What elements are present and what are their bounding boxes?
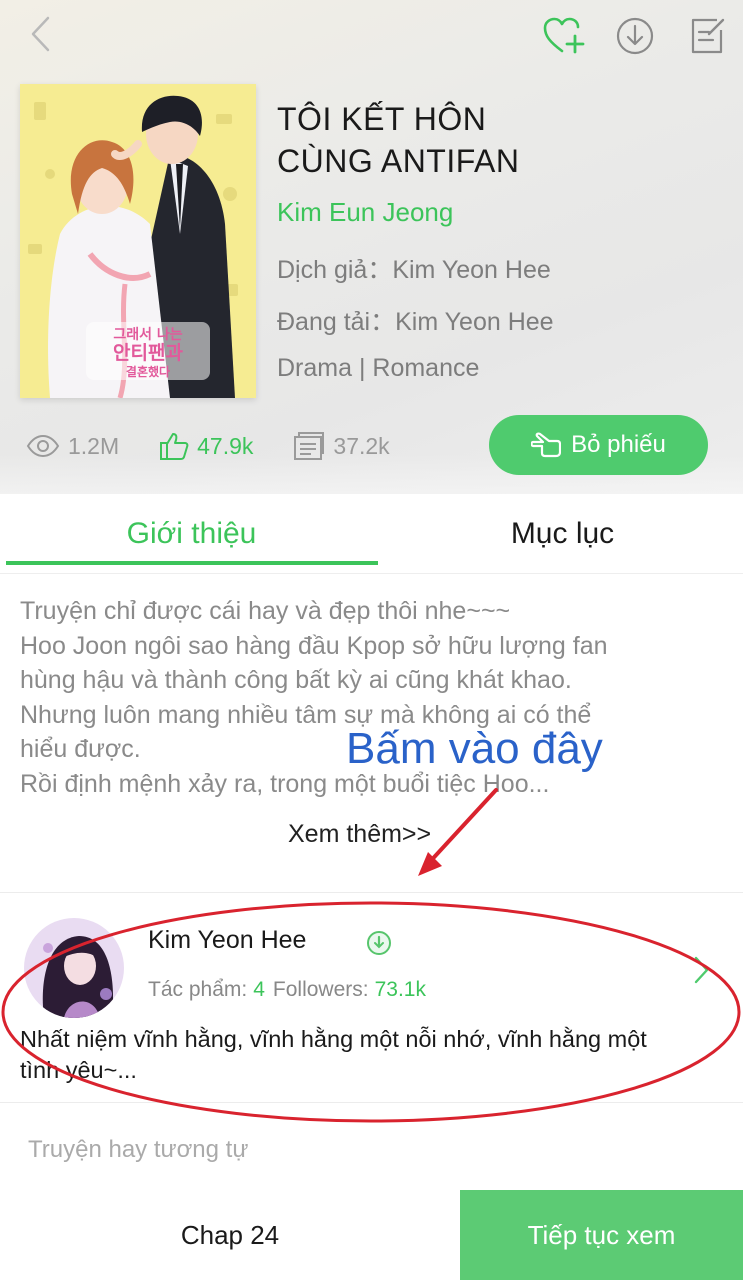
followers-label: Followers:: [272, 978, 369, 1001]
cover-artwork: 그래서 나는 안티팬과 결혼했다: [20, 84, 256, 398]
divider: [0, 892, 743, 893]
works-label: Tác phẩm:: [148, 978, 248, 1001]
cover-title-line2: 안티팬과: [113, 342, 183, 364]
comments-count: 37.2k: [333, 432, 390, 459]
chevron-right-icon[interactable]: [692, 955, 710, 985]
uploader-bio: Nhất niệm vĩnh hằng, vĩnh hằng một nỗi n…: [20, 1024, 720, 1086]
uploader-info: Đang tải：Kim Yeon Hee: [277, 308, 554, 336]
top-bar: [0, 0, 743, 76]
avatar-image: [24, 918, 124, 1018]
cover-title-line1: 그래서 나는: [113, 327, 182, 343]
description-line: Truyện chỉ được cái hay và đẹp thôi nhe~…: [20, 597, 511, 625]
genre-tags: Drama | Romance: [277, 354, 480, 382]
likes-count: 47.9k: [197, 432, 254, 459]
comments-icon: [294, 432, 325, 460]
continue-reading-button[interactable]: Tiếp tục xem: [460, 1190, 743, 1280]
book-title: TÔI KẾT HÔN CÙNG ANTIFAN: [277, 98, 697, 182]
views-count: 1.2M: [68, 432, 120, 459]
bio-line: Nhất niệm vĩnh hằng, vĩnh hằng một nỗi n…: [20, 1026, 647, 1052]
author-link[interactable]: Kim Eun Jeong: [277, 197, 453, 228]
heart-plus-icon: [543, 17, 585, 54]
download-icon: [616, 17, 654, 55]
annotation-arrow-shaft: [424, 788, 498, 868]
tab-table-of-contents[interactable]: Mục lục: [377, 494, 743, 574]
edit-button[interactable]: [684, 14, 730, 58]
edit-icon: [691, 18, 725, 54]
book-title-line2: CÙNG ANTIFAN: [277, 143, 520, 179]
favorite-button[interactable]: [540, 14, 588, 58]
active-tab-indicator: [6, 561, 378, 565]
hand-point-icon: [531, 432, 562, 458]
similar-books-heading: Truyện hay tương tự: [28, 1136, 249, 1163]
vote-label: Bỏ phiếu: [571, 431, 666, 458]
book-title-line1: TÔI KẾT HÔN: [277, 101, 487, 137]
description-line: Hoo Joon ngôi sao hàng đầu Kpop sở hữu l…: [20, 631, 608, 660]
views-stat: 1.2M: [26, 433, 119, 460]
uploader-stats: Tác phẩm: 4 Followers: 73.1k: [148, 978, 434, 1002]
see-more-link[interactable]: Xem thêm>>: [288, 820, 431, 849]
divider: [0, 1102, 743, 1103]
eye-icon: [26, 435, 60, 457]
comments-stat[interactable]: 37.2k: [293, 431, 390, 461]
followers-count: 73.1k: [374, 978, 426, 1001]
cover-title-line3: 결혼했다: [126, 364, 170, 379]
annotation-hint: Bấm vào đây: [346, 724, 603, 773]
back-button[interactable]: [20, 12, 60, 56]
likes-stat[interactable]: 47.9k: [159, 431, 253, 461]
annotation-arrow-head: [418, 852, 442, 876]
book-stats: 1.2M 47.9k 37.2k: [26, 424, 430, 468]
description-line: hùng hậu và thành công bất kỳ ai cũng kh…: [20, 666, 572, 694]
badge-icon: [367, 931, 391, 955]
bottom-action-bar: Chap 24 Tiếp tục xem: [0, 1190, 743, 1280]
chevron-left-icon: [31, 16, 50, 52]
uploader-avatar[interactable]: [24, 918, 124, 1018]
vote-button[interactable]: Bỏ phiếu: [489, 415, 708, 475]
uploader-name[interactable]: Kim Yeon Hee: [148, 926, 306, 955]
book-cover[interactable]: 그래서 나는 안티팬과 결혼했다: [20, 84, 256, 398]
download-button[interactable]: [612, 14, 658, 58]
translator-info: Dịch giả：Kim Yeon Hee: [277, 256, 551, 284]
thumbs-up-icon: [160, 433, 189, 460]
bio-line: tình yêu~...: [20, 1057, 137, 1083]
current-chapter-button[interactable]: Chap 24: [0, 1190, 460, 1280]
works-count: 4: [253, 978, 265, 1001]
